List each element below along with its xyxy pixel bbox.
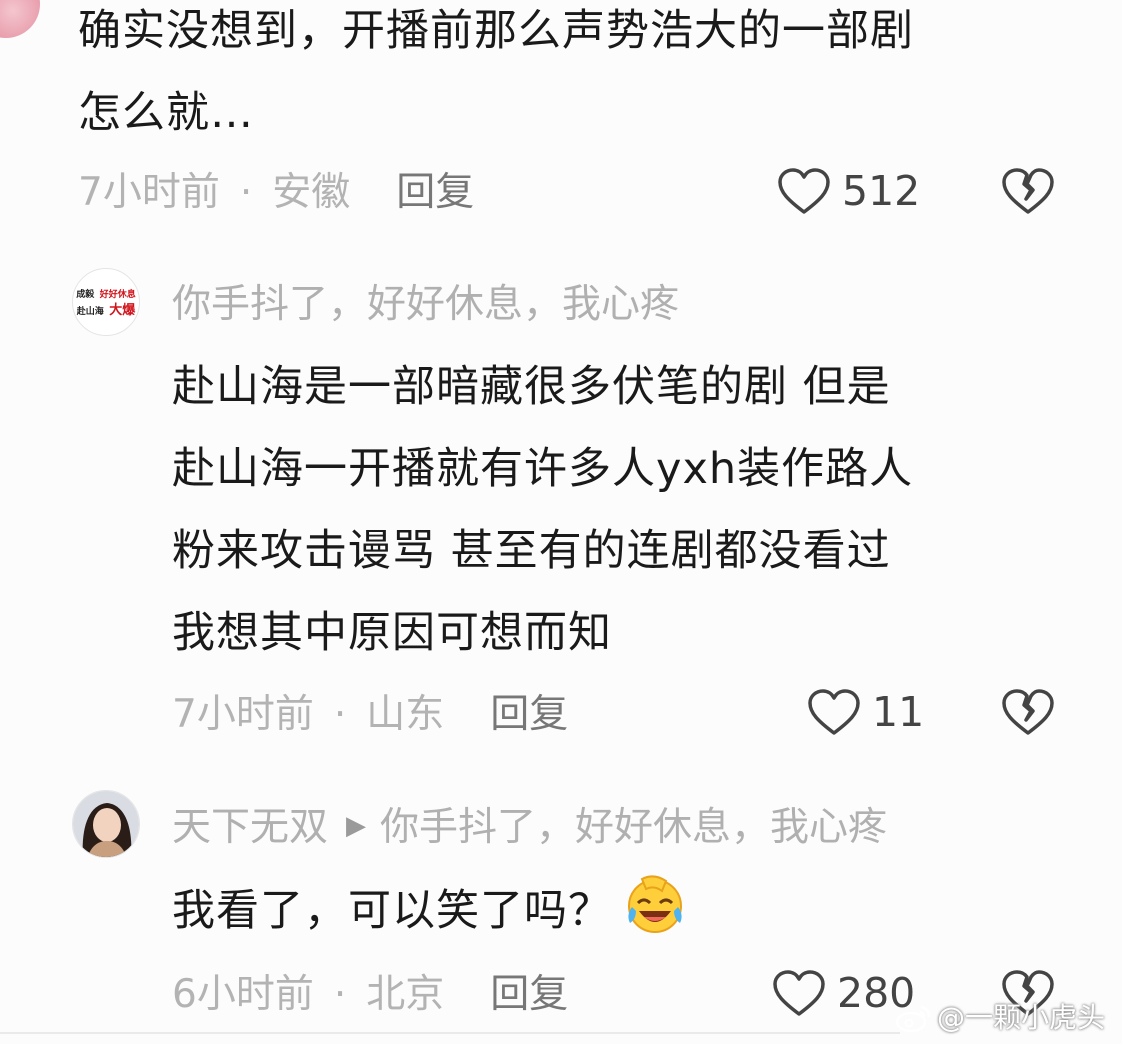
heart-icon — [771, 968, 827, 1018]
reply-button[interactable]: 回复 — [396, 170, 474, 215]
person-photo-icon — [73, 791, 139, 857]
comment-location: 山东 — [366, 692, 445, 737]
comment-text-line: 赴山海是一部暗藏很多伏笔的剧 但是 — [172, 362, 891, 412]
comment-location: 安徽 — [272, 170, 351, 215]
comment-text-line: 怎么就… — [78, 88, 254, 138]
broken-heart-icon — [1000, 166, 1056, 216]
dislike-button[interactable] — [1000, 687, 1056, 737]
watermark-text: @一颗小虎头 — [937, 1001, 1106, 1034]
like-count: 11 — [872, 688, 925, 736]
weibo-logo-icon — [895, 1003, 933, 1033]
comment-thread: 确实没想到，开播前那么声势浩大的一部剧 怎么就… 7小时前 · 安徽 回复 512 成… — [0, 0, 1122, 1044]
comment-text-line: 我看了，可以笑了吗？ — [172, 886, 612, 936]
avatar-logo: 成毅 好好休息 赴山海 大爆 — [73, 269, 139, 335]
avatar[interactable] — [72, 790, 140, 858]
separator-dot: · — [333, 692, 347, 737]
username[interactable]: 你手抖了，好好休息，我心疼 — [172, 280, 679, 330]
username[interactable]: 天下无双 — [172, 805, 328, 850]
separator-dot: · — [333, 972, 347, 1017]
like-button[interactable]: 11 — [806, 687, 924, 737]
play-arrow-icon: ▶ — [346, 811, 367, 841]
comment-text-line: 赴山海一开播就有许多人yxh装作路人 — [172, 444, 914, 494]
comment-text-line: 确实没想到，开播前那么声势浩大的一部剧 — [78, 6, 914, 56]
reply-button[interactable]: 回复 — [490, 692, 568, 737]
dislike-button[interactable] — [1000, 166, 1056, 216]
logo-text: 赴山海 — [76, 307, 104, 317]
reply-button[interactable]: 回复 — [490, 972, 568, 1017]
logo-text: 成毅 — [76, 290, 95, 300]
watermark: @一颗小虎头 — [895, 998, 1105, 1038]
comment-meta: 6小时前 · 北京 回复 — [172, 970, 568, 1020]
comment-time: 7小时前 — [78, 170, 220, 215]
comment-text-line: 我想其中原因可想而知 — [172, 608, 612, 658]
laughing-crying-emoji-icon — [624, 873, 686, 935]
avatar[interactable]: 成毅 好好休息 赴山海 大爆 — [72, 268, 140, 336]
comment-text: 确实没想到，开播前那么声势浩大的一部剧 怎么就… — [78, 0, 1078, 154]
comment-meta: 7小时前 · 山东 回复 — [172, 690, 568, 740]
comment-text: 赴山海是一部暗藏很多伏笔的剧 但是 赴山海一开播就有许多人yxh装作路人 粉来攻… — [172, 346, 1072, 674]
like-button[interactable]: 280 — [771, 968, 915, 1018]
like-count: 512 — [842, 167, 921, 215]
heart-icon — [806, 687, 862, 737]
separator-dot: · — [239, 170, 253, 215]
comment-text: 我看了，可以笑了吗？ — [172, 870, 1072, 952]
like-button[interactable]: 512 — [776, 166, 920, 216]
comment-location: 北京 — [366, 972, 445, 1017]
logo-text: 大爆 — [109, 303, 136, 318]
broken-heart-icon — [1000, 687, 1056, 737]
comment-time: 7小时前 — [172, 692, 314, 737]
username-reply-chain: 天下无双 ▶ 你手抖了，好好休息，我心疼 — [172, 801, 887, 853]
reply-to-username[interactable]: 你手抖了，好好休息，我心疼 — [380, 805, 887, 850]
comment-text-line: 粉来攻击谩骂 甚至有的连剧都没看过 — [172, 526, 891, 576]
comment-time: 6小时前 — [172, 972, 314, 1017]
comment-meta: 7小时前 · 安徽 回复 — [78, 168, 474, 218]
divider — [0, 1032, 900, 1034]
avatar[interactable] — [0, 0, 40, 38]
heart-icon — [776, 166, 832, 216]
